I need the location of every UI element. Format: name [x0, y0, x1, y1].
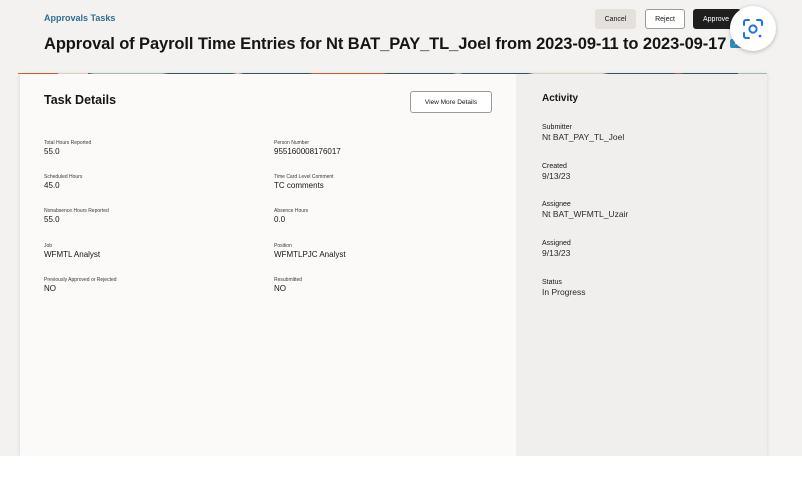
view-more-details-button[interactable]: View More Details — [410, 91, 492, 113]
field-label: Resubmitted — [274, 277, 303, 283]
breadcrumb[interactable]: Approvals Tasks — [44, 13, 115, 23]
activity-value: Nt BAT_WFMTL_Uzair — [542, 209, 629, 219]
decorative-banner — [18, 67, 767, 74]
visual-search-button[interactable] — [730, 6, 776, 51]
reject-button[interactable]: Reject — [645, 9, 685, 29]
field-value: WFMTL Analyst — [44, 250, 101, 259]
activity-label: Submitter — [542, 124, 572, 131]
activity-panel: Activity Submitter Nt BAT_PAY_TL_Joel Cr… — [516, 74, 767, 456]
activity-assignee: Assignee Nt BAT_WFMTL_Uzair — [542, 200, 628, 220]
activity-value: 9/13/23 — [542, 248, 571, 258]
activity-value: In Progress — [542, 287, 586, 297]
field-value: NO — [274, 284, 286, 293]
field-value: 55.0 — [44, 147, 60, 156]
field-time-card-comment: Time Card Level Comment TC comments — [274, 174, 334, 191]
activity-assigned: Assigned 9/13/23 — [542, 239, 571, 259]
field-value: NO — [44, 284, 56, 293]
page-title: Approval of Payroll Time Entries for Nt … — [44, 35, 760, 54]
task-details-title: Task Details — [44, 93, 117, 107]
field-label: Total Hours Reported — [44, 140, 92, 146]
field-label: Position — [274, 243, 292, 249]
field-nonabsence-hours: Nonabsence Hours Reported 55.0 — [44, 208, 109, 225]
activity-value: 9/13/23 — [542, 171, 571, 181]
field-absence-hours: Absence Hours 0.0 — [274, 208, 308, 225]
field-value: WFMTLPJC Analyst — [274, 250, 346, 259]
field-position: Position WFMTLPJC Analyst — [274, 243, 346, 260]
activity-label: Assigned — [542, 240, 571, 247]
activity-status: Status In Progress — [542, 278, 585, 298]
page-background: Approvals Tasks Approval of Payroll Time… — [0, 0, 802, 456]
task-card: Task Details View More Details Total Hou… — [20, 74, 767, 456]
field-value: 955160008176017 — [274, 147, 341, 156]
field-label: Time Card Level Comment — [274, 174, 334, 180]
field-value: 45.0 — [44, 181, 60, 190]
activity-created: Created 9/13/23 — [542, 162, 570, 182]
field-value: 0.0 — [274, 215, 286, 224]
field-label: Scheduled Hours — [44, 174, 83, 180]
field-label: Person Number — [274, 140, 310, 146]
activity-label: Created — [542, 163, 567, 170]
activity-submitter: Submitter Nt BAT_PAY_TL_Joel — [542, 123, 624, 143]
page-footer-space — [0, 456, 802, 477]
activity-label: Assignee — [542, 201, 571, 208]
field-label: Previously Approved or Rejected — [44, 277, 117, 283]
field-person-number: Person Number 955160008176017 — [274, 140, 341, 157]
visual-search-icon — [743, 18, 763, 39]
field-label: Job — [44, 243, 53, 249]
field-label: Absence Hours — [274, 208, 309, 214]
activity-label: Status — [542, 279, 562, 286]
field-scheduled-hours: Scheduled Hours 45.0 — [44, 174, 82, 191]
field-label: Nonabsence Hours Reported — [44, 208, 109, 214]
cancel-button[interactable]: Cancel — [595, 9, 636, 29]
activity-title: Activity — [542, 93, 579, 104]
field-value: 55.0 — [44, 215, 60, 224]
page-title-text: Approval of Payroll Time Entries for Nt … — [44, 35, 727, 53]
activity-value: Nt BAT_PAY_TL_Joel — [542, 132, 625, 142]
field-previously-approved: Previously Approved or Rejected NO — [44, 277, 117, 294]
field-value: TC comments — [274, 181, 324, 190]
field-total-hours: Total Hours Reported 55.0 — [44, 140, 91, 157]
field-job: Job WFMTL Analyst — [44, 243, 100, 260]
field-resubmitted: Resubmitted NO — [274, 277, 302, 294]
